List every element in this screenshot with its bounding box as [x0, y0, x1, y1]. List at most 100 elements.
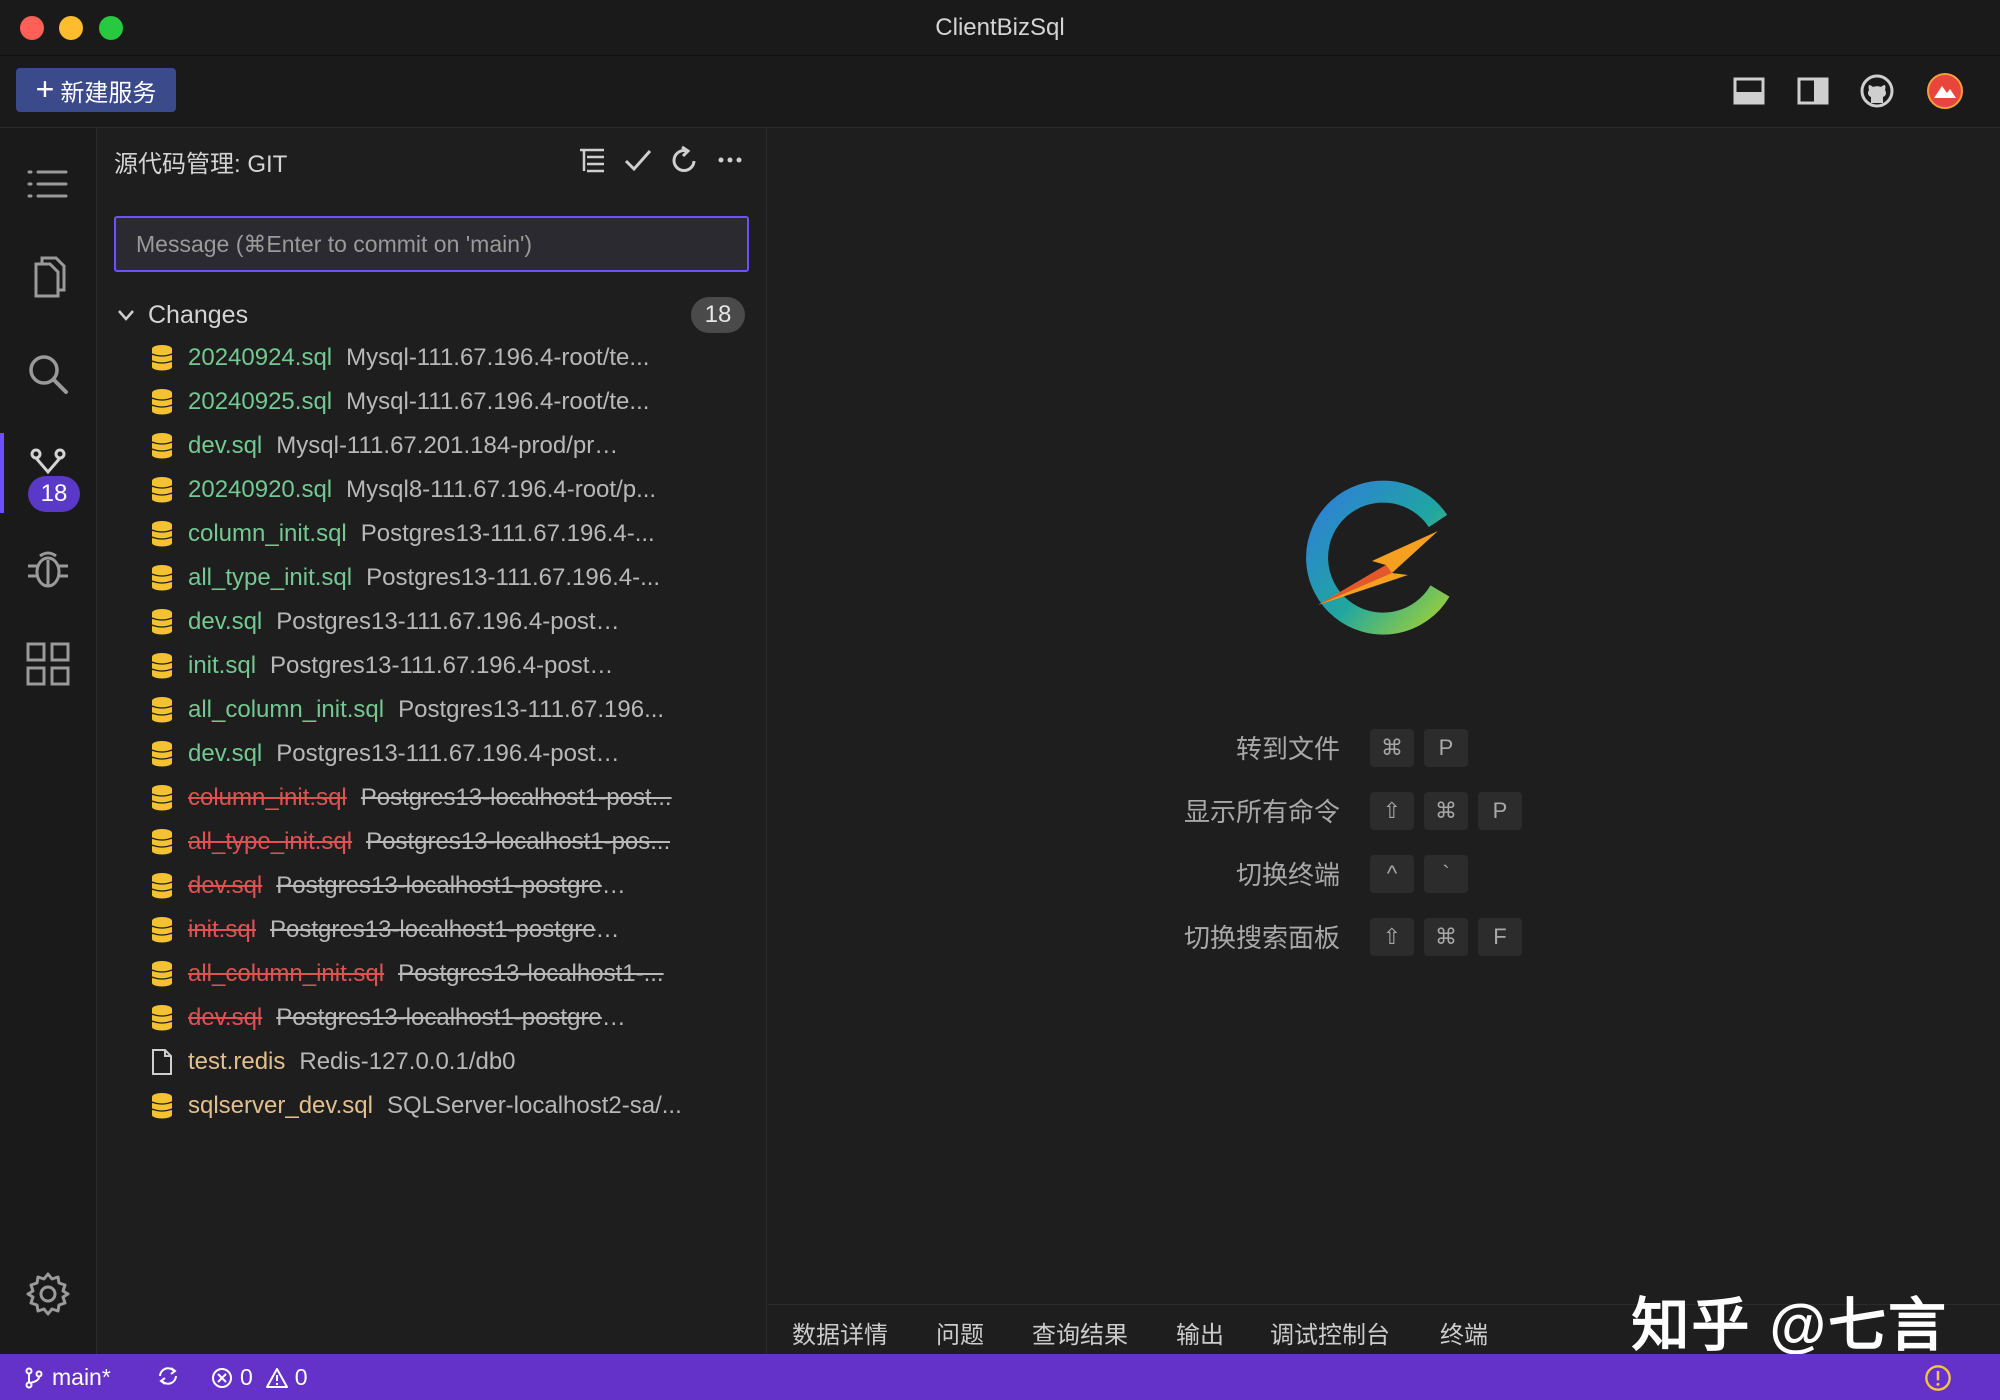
database-icon [151, 521, 173, 547]
error-count: 0 [240, 1364, 253, 1390]
changed-files-list: 20240924.sql Mysql-111.67.196.4-root/te..… [98, 336, 836, 1128]
changed-file-row[interactable]: all_column_init.sql Postgres13-111.67.196… [98, 688, 833, 732]
file-name: test.redis [188, 1048, 286, 1075]
file-name: column_init.sql [188, 520, 347, 547]
shortcut-label: 切换搜索面板 [1183, 923, 1340, 953]
changed-file-row[interactable]: dev.sql Postgres13-localhost1-postgres/te… [98, 864, 833, 908]
list-icon[interactable] [22, 160, 74, 212]
file-path: Mysql8-111.67.196.4-root/p... [346, 476, 657, 503]
debug-icon[interactable] [22, 542, 74, 594]
panel-tab[interactable]: 问题 [936, 1315, 984, 1350]
changed-file-row[interactable]: column_init.sql Postgres13-localhost1-pos… [98, 776, 833, 820]
panel-tab[interactable]: 数据详情 [792, 1315, 888, 1350]
new-service-button[interactable]: + 新建服务 [16, 68, 176, 112]
changed-file-row[interactable]: 20240925.sql Mysql-111.67.196.4-root/te..… [98, 380, 833, 424]
changed-file-row[interactable]: dev.sql Postgres13-111.67.196.4-postgres.… [98, 600, 833, 644]
changes-count-badge: 18 [691, 297, 745, 333]
changed-file-row[interactable]: sqlserver_dev.sql SQLServer-localhost2-sa… [98, 1084, 836, 1128]
changed-file-row[interactable]: all_column_init.sql Postgres13-localhost1… [98, 952, 833, 996]
changed-file-row[interactable]: 20240924.sql Mysql-111.67.196.4-root/te..… [98, 336, 833, 380]
file-path: Postgres13-localhost1-postgres/test [276, 872, 627, 899]
changed-file-row[interactable]: column_init.sql Postgres13-111.67.196.4-.… [98, 512, 833, 556]
panel-tab[interactable]: 调试控制台 [1270, 1315, 1390, 1350]
file-name: 20240924.sql [188, 344, 333, 371]
toggle-panel-icon[interactable] [1730, 72, 1768, 110]
changed-file-row[interactable]: dev.sql Postgres13-localhost1-postgres/te… [98, 996, 833, 1040]
file-name: 20240925.sql [188, 388, 333, 415]
branch-indicator[interactable]: main* [22, 1364, 111, 1391]
database-icon [151, 961, 173, 987]
file-path: Redis-127.0.0.1/db0 [299, 1048, 516, 1075]
more-actions-icon[interactable] [714, 144, 746, 176]
search-icon[interactable] [22, 348, 74, 400]
toggle-sidebar-icon[interactable] [1794, 72, 1832, 110]
extensions-icon[interactable] [22, 638, 74, 690]
commit-check-icon[interactable] [622, 144, 654, 176]
changes-group-header[interactable]: Changes 18 [114, 295, 749, 335]
git-branch-icon [25, 1367, 43, 1388]
file-path: Postgres13-111.67.196... [398, 696, 665, 723]
notification-alert-icon [1925, 1365, 1951, 1391]
editor-area: 转到文件 ⌘ P 显示所有命令 ⇧ ⌘ P 切换终端 ^ ` 切换搜索面板 ⇧ ⌘ F [768, 128, 2000, 1304]
window-title: ClientBizSql [935, 14, 1065, 41]
file-path: Mysql-111.67.196.4-root/te... [346, 388, 650, 415]
changed-file-row[interactable]: dev.sql Mysql-111.67.201.184-prod/pro_h..… [98, 424, 833, 468]
panel-tab[interactable]: 终端 [1440, 1315, 1488, 1350]
panel-tab[interactable]: 输出 [1176, 1315, 1224, 1350]
panel-tab[interactable]: 查询结果 [1032, 1315, 1128, 1350]
database-icon [151, 433, 173, 459]
file-path: Postgres13-localhost1-... [398, 960, 664, 987]
github-icon[interactable] [1858, 72, 1896, 110]
commit-message-input[interactable] [114, 216, 749, 272]
shortcut-row[interactable]: 显示所有命令 ⇧ ⌘ P [1068, 779, 1768, 842]
database-icon [151, 917, 173, 943]
file-path: Postgres13-localhost1-postgres/test [270, 916, 621, 943]
files-icon[interactable] [22, 252, 74, 304]
key-cap: ⌘ [1424, 917, 1468, 956]
warning-icon [265, 1367, 288, 1388]
database-icon [151, 829, 173, 855]
file-path: Postgres13-111.67.196.4-postgres/... [270, 652, 621, 679]
changed-file-row[interactable]: all_type_init.sql Postgres13-111.67.196.4… [98, 556, 833, 600]
shortcut-keys: ⌘ P [1370, 728, 1468, 767]
file-path: Postgres13-localhost1-postgres/tes... [276, 1004, 627, 1031]
settings-gear-icon[interactable] [22, 1268, 74, 1320]
changed-file-row[interactable]: test.redisRedis-127.0.0.1/db0M [98, 1040, 836, 1084]
database-icon [151, 477, 173, 503]
file-name: all_column_init.sql [188, 960, 385, 987]
user-avatar-icon[interactable] [1926, 72, 1964, 110]
changed-file-row[interactable]: init.sql Postgres13-111.67.196.4-postgres… [98, 644, 833, 688]
problems-indicator[interactable]: 0 0 [210, 1364, 308, 1391]
shortcut-row[interactable]: 转到文件 ⌘ P [1068, 716, 1768, 779]
file-name: dev.sql [188, 872, 263, 899]
shortcut-row[interactable]: 切换终端 ^ ` [1068, 842, 1768, 905]
app-logo-icon [1306, 480, 1450, 635]
file-path: Postgres13-111.67.196.4-postgres... [276, 608, 627, 635]
changed-file-row[interactable]: 20240920.sql Mysql8-111.67.196.4-root/p..… [98, 468, 833, 512]
database-icon [151, 741, 173, 767]
file-path: Postgres13-localhost1-pos... [366, 828, 671, 855]
key-cap: ^ [1370, 854, 1414, 893]
changed-file-row[interactable]: all_type_init.sql Postgres13-localhost1-p… [98, 820, 833, 864]
shortcut-row[interactable]: 切换搜索面板 ⇧ ⌘ F [1068, 905, 1768, 968]
database-icon [151, 609, 173, 635]
file-name: all_column_init.sql [188, 696, 385, 723]
database-icon [151, 565, 173, 591]
notifications-button[interactable] [1924, 1364, 1952, 1392]
key-cap: ⇧ [1370, 791, 1414, 830]
refresh-icon[interactable] [668, 144, 700, 176]
file-name: column_init.sql [188, 784, 347, 811]
changed-file-row[interactable]: dev.sql Postgres13-111.67.196.4-postgres.… [98, 732, 833, 776]
shortcut-keys: ⇧ ⌘ P [1370, 791, 1522, 830]
sync-button[interactable] [156, 1364, 180, 1388]
database-icon [151, 785, 173, 811]
database-icon [151, 873, 173, 899]
key-cap: P [1424, 728, 1468, 767]
view-as-tree-icon[interactable] [576, 144, 608, 176]
file-name: dev.sql [188, 432, 263, 459]
changed-file-row[interactable]: init.sql Postgres13-localhost1-postgres/t… [98, 908, 833, 952]
file-path: Postgres13-111.67.196.4-postgres... [276, 740, 627, 767]
shortcut-keys: ⇧ ⌘ F [1370, 917, 1522, 956]
file-path: Mysql-111.67.201.184-prod/pro_h... [276, 432, 627, 459]
file-name: sqlserver_dev.sql [188, 1092, 373, 1119]
